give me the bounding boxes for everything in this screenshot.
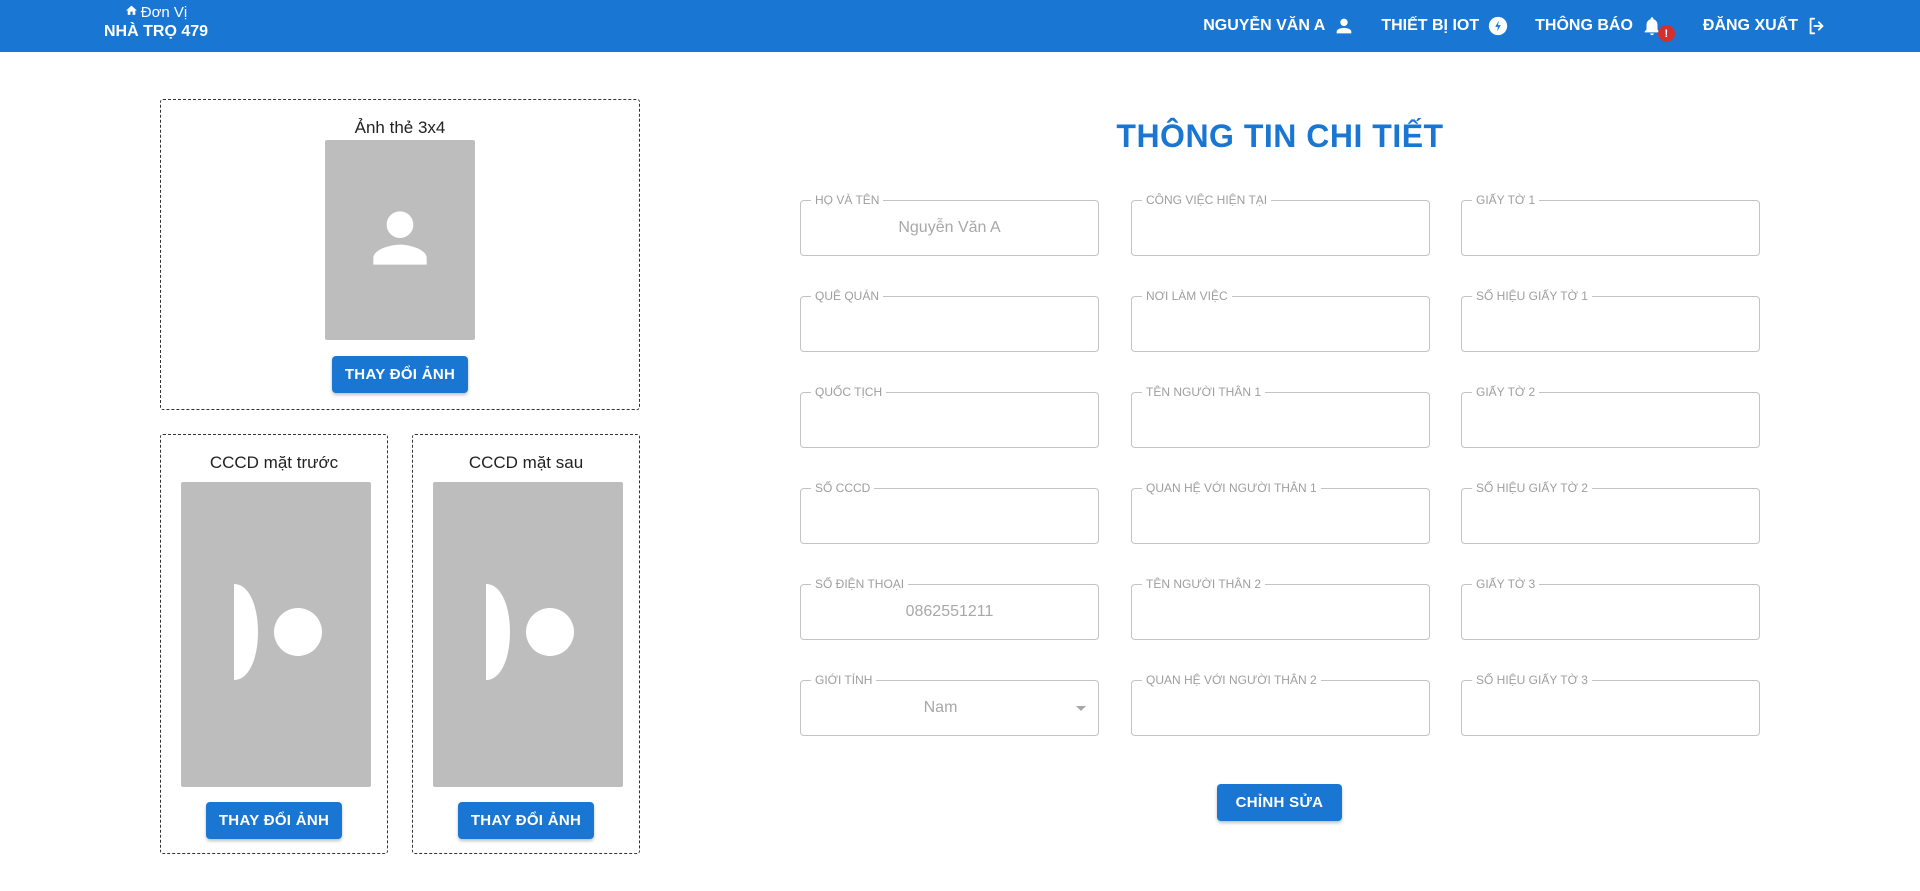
form-field[interactable]: NƠI LÀM VIỆC bbox=[1131, 289, 1430, 352]
dropdown-arrow-icon bbox=[1076, 706, 1086, 711]
home-icon bbox=[125, 4, 138, 22]
form-field[interactable]: QUAN HỆ VỚI NGƯỜI THÂN 1 bbox=[1131, 481, 1430, 544]
field-label: GIẤY TỜ 3 bbox=[1472, 577, 1540, 591]
person-avatar-icon bbox=[360, 198, 440, 283]
id-back-title: CCCD mặt sau bbox=[468, 453, 584, 472]
field-value: Nguyễn Văn A bbox=[898, 219, 1001, 236]
field-label: QUAN HỆ VỚI NGƯỜI THÂN 1 bbox=[1142, 481, 1321, 495]
notifications-label: THÔNG BÁO bbox=[1535, 17, 1633, 34]
form-field[interactable]: HỌ VÀ TÊN Nguyễn Văn A bbox=[800, 193, 1099, 256]
id-card-icon bbox=[226, 582, 326, 687]
field-label: TÊN NGƯỜI THÂN 1 bbox=[1142, 385, 1265, 399]
field-label: NƠI LÀM VIỆC bbox=[1142, 289, 1232, 303]
field-label: CÔNG VIỆC HIỆN TẠI bbox=[1142, 193, 1272, 207]
form-field[interactable]: QUỐC TỊCH bbox=[800, 385, 1099, 448]
change-id-back-button[interactable]: THAY ĐỔI ẢNH bbox=[458, 802, 594, 839]
unit-label: Đơn Vị bbox=[140, 4, 188, 21]
field-label: QUAN HỆ VỚI NGƯỜI THÂN 2 bbox=[1142, 673, 1321, 687]
field-label: SỐ ĐIỆN THOẠI bbox=[811, 577, 909, 591]
iot-label: THIẾT BỊ IOT bbox=[1381, 17, 1480, 34]
field-label: SỐ HIỆU GIẤY TỜ 3 bbox=[1472, 673, 1592, 687]
logout-button[interactable]: ĐĂNG XUẤT bbox=[1703, 15, 1828, 37]
form-field[interactable]: TÊN NGƯỜI THÂN 1 bbox=[1131, 385, 1430, 448]
field-label: SỐ HIỆU GIẤY TỜ 1 bbox=[1472, 289, 1592, 303]
field-label: GIẤY TỜ 2 bbox=[1472, 385, 1540, 399]
edit-button[interactable]: CHỈNH SỬA bbox=[1217, 784, 1342, 821]
form-field[interactable]: SỐ HIỆU GIẤY TỜ 2 bbox=[1461, 481, 1760, 544]
form-field[interactable]: GIẤY TỜ 3 bbox=[1461, 577, 1760, 640]
form-field[interactable]: SỐ HIỆU GIẤY TỜ 1 bbox=[1461, 289, 1760, 352]
form-field[interactable]: QUÊ QUÁN bbox=[800, 289, 1099, 352]
field-label: SỐ CCCD bbox=[811, 481, 875, 495]
form-field[interactable]: QUAN HỆ VỚI NGƯỜI THÂN 2 bbox=[1131, 673, 1430, 736]
id-card-icon bbox=[478, 582, 578, 687]
portrait-photo-placeholder bbox=[325, 140, 475, 340]
change-portrait-button[interactable]: THAY ĐỔI ẢNH bbox=[332, 356, 468, 393]
field-label: QUỐC TỊCH bbox=[811, 385, 887, 399]
brand[interactable]: Đơn Vị NHÀ TRỌ 479 bbox=[104, 4, 208, 42]
id-front-card: CCCD mặt trước THAY ĐỔI ẢNH bbox=[160, 434, 388, 854]
header-nav: NGUYỄN VĂN A THIẾT BỊ IOT THÔNG BÁO ! ĐĂ… bbox=[1203, 0, 1828, 52]
id-front-title: CCCD mặt trước bbox=[209, 453, 339, 472]
form-field[interactable]: TÊN NGƯỜI THÂN 2 bbox=[1131, 577, 1430, 640]
form-field[interactable]: CÔNG VIỆC HIỆN TẠI bbox=[1131, 193, 1430, 256]
field-label: SỐ HIỆU GIẤY TỜ 2 bbox=[1472, 481, 1592, 495]
field-label: QUÊ QUÁN bbox=[811, 289, 884, 303]
form-field[interactable]: SỐ HIỆU GIẤY TỜ 3 bbox=[1461, 673, 1760, 736]
iot-devices-button[interactable]: THIẾT BỊ IOT bbox=[1381, 15, 1509, 37]
id-back-placeholder bbox=[433, 482, 623, 787]
field-label: GIẤY TỜ 1 bbox=[1472, 193, 1540, 207]
field-label: TÊN NGƯỜI THÂN 2 bbox=[1142, 577, 1265, 591]
form-field[interactable]: GIẤY TỜ 2 bbox=[1461, 385, 1760, 448]
unit-label-row: Đơn Vị bbox=[104, 4, 208, 22]
bolt-icon bbox=[1487, 15, 1509, 37]
gender-select[interactable]: GIỚI TÍNH Nam bbox=[800, 673, 1099, 736]
form-field[interactable]: SỐ CCCD bbox=[800, 481, 1099, 544]
logout-icon bbox=[1806, 15, 1828, 37]
user-name: NGUYỄN VĂN A bbox=[1203, 17, 1326, 34]
portrait-title: Ảnh thẻ 3x4 bbox=[354, 118, 446, 137]
logout-label: ĐĂNG XUẤT bbox=[1702, 17, 1798, 34]
form-field[interactable]: GIẤY TỜ 1 bbox=[1461, 193, 1760, 256]
person-icon bbox=[1333, 15, 1355, 37]
notification-badge: ! bbox=[1657, 25, 1675, 42]
unit-name: NHÀ TRỌ 479 bbox=[104, 23, 209, 40]
field-label: GIỚI TÍNH bbox=[811, 673, 877, 687]
field-label: HỌ VÀ TÊN bbox=[811, 193, 884, 207]
notifications-button[interactable]: THÔNG BÁO ! bbox=[1535, 15, 1675, 42]
gender-select-value: Nam bbox=[923, 699, 958, 716]
top-app-bar: Đơn Vị NHÀ TRỌ 479 NGUYỄN VĂN A THIẾT BỊ… bbox=[0, 0, 1920, 52]
user-menu-button[interactable]: NGUYỄN VĂN A bbox=[1203, 15, 1355, 37]
details-title: THÔNG TIN CHI TIẾT bbox=[1116, 118, 1444, 154]
id-back-card: CCCD mặt sau THAY ĐỔI ẢNH bbox=[412, 434, 640, 854]
form-field[interactable]: SỐ ĐIỆN THOẠI 0862551211 bbox=[800, 577, 1099, 640]
field-value: 0862551211 bbox=[905, 603, 994, 620]
change-id-front-button[interactable]: THAY ĐỔI ẢNH bbox=[206, 802, 342, 839]
id-front-placeholder bbox=[181, 482, 371, 787]
portrait-photo-card: Ảnh thẻ 3x4 THAY ĐỔI ẢNH bbox=[160, 99, 640, 410]
